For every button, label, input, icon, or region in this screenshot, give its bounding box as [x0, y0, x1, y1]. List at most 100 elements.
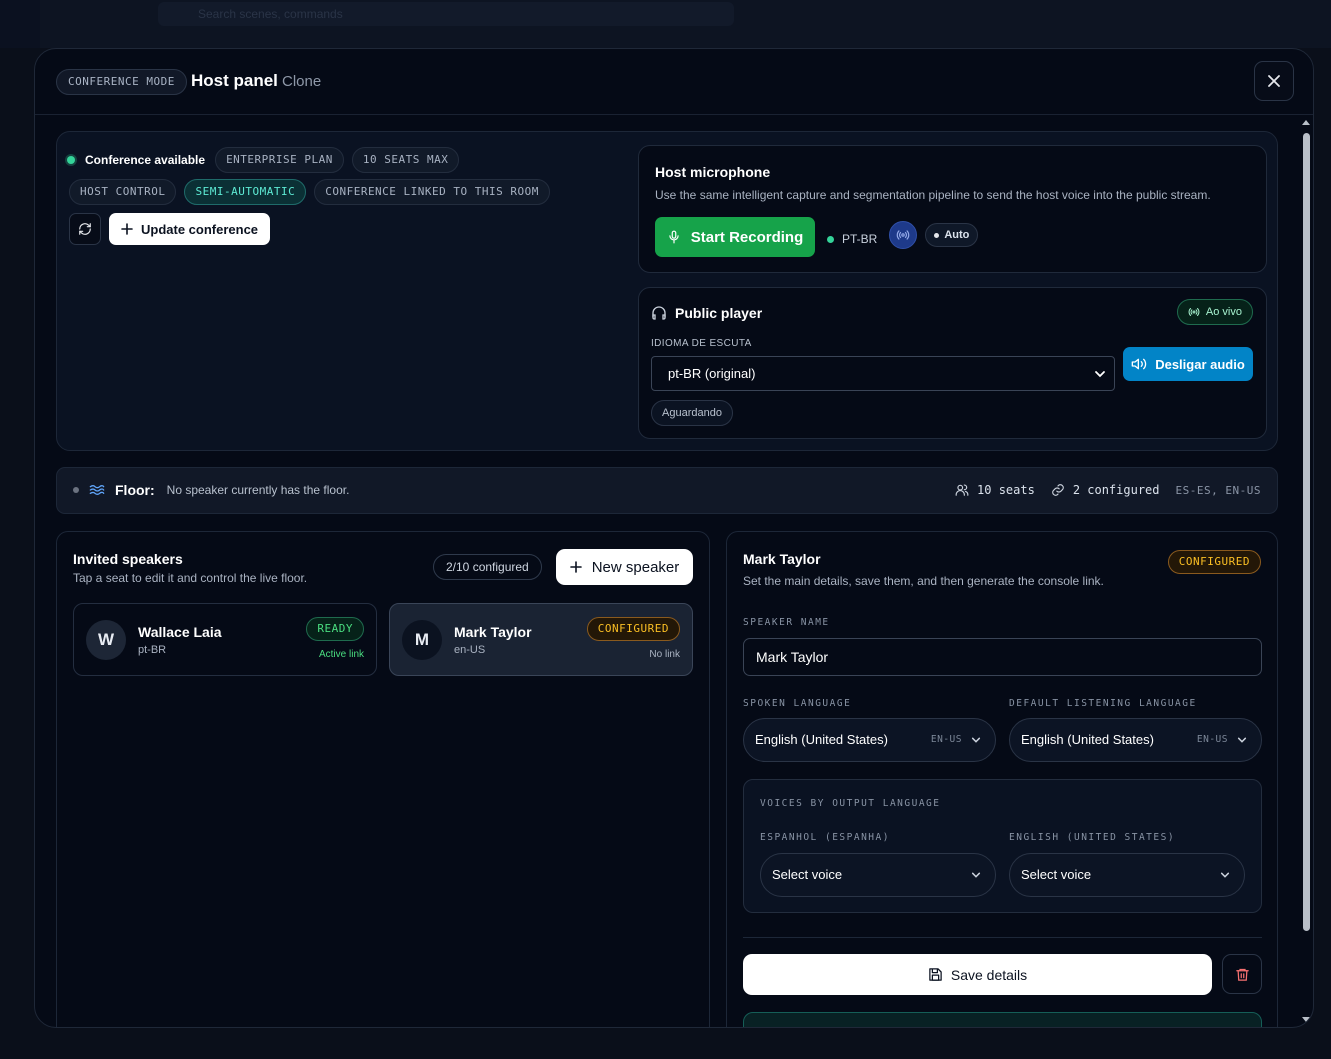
listening-language-value: English (United States) — [1021, 732, 1154, 747]
speaker-name: Wallace Laia — [138, 624, 222, 640]
chevron-down-icon — [1095, 371, 1105, 378]
floor-label: Floor: — [115, 482, 155, 498]
modal-subtitle: Clone — [282, 73, 322, 90]
status-badge: READY — [306, 617, 364, 641]
details-title: Mark Taylor — [743, 551, 821, 567]
listening-language-code: EN-US — [1196, 734, 1228, 745]
mic-language-code: PT-BR — [842, 232, 878, 246]
speakers-title: Invited speakers — [73, 551, 183, 567]
semi-automatic-tag: SEMI-AUTOMATIC — [184, 179, 307, 205]
listening-language-label: IDIOMA DE ESCUTA — [651, 338, 752, 349]
details-description: Set the main details, save them, and the… — [743, 574, 1104, 588]
live-badge: Ao vivo — [1176, 299, 1253, 325]
update-conference-label: Update conference — [141, 221, 259, 237]
link-icon — [1052, 484, 1064, 496]
voices-label: VOICES BY OUTPUT LANGUAGE — [760, 798, 941, 809]
voice-es-select[interactable]: Select voice — [760, 853, 996, 897]
close-button[interactable] — [1254, 61, 1294, 101]
new-speaker-label: New speaker — [591, 558, 680, 576]
audio-off-button[interactable]: Desligar audio — [1123, 347, 1253, 381]
host-panel-modal: CONFERENCE MODE Host panel Clone Confere… — [34, 48, 1314, 1028]
voice-en-value: Select voice — [1021, 867, 1092, 882]
speaker-name: Mark Taylor — [454, 624, 532, 640]
speaker-name-input[interactable]: Mark Taylor — [743, 638, 1262, 676]
divider — [743, 937, 1262, 938]
background-app-bar: Search scenes, commands — [0, 0, 1331, 48]
microphone-icon — [669, 230, 679, 244]
scrollbar-thumb[interactable] — [1303, 133, 1310, 931]
modal-body: Conference available ENTERPRISE PLAN 10 … — [35, 115, 1297, 1027]
configured-count: 2/10 configured — [433, 554, 542, 580]
broadcast-icon — [1188, 308, 1200, 316]
mic-status-dot — [827, 235, 834, 243]
auto-label: Auto — [944, 229, 970, 241]
start-recording-button[interactable]: Start Recording — [655, 217, 815, 257]
save-icon — [929, 968, 942, 981]
modal-title: Host panel — [191, 71, 278, 90]
delete-speaker-button[interactable] — [1222, 954, 1262, 994]
speakers-description: Tap a seat to edit it and control the li… — [73, 571, 308, 585]
save-details-button[interactable]: Save details — [743, 954, 1212, 995]
listening-language-select[interactable]: pt-BR (original) — [651, 356, 1115, 391]
floor-bar: Floor: No speaker currently has the floo… — [56, 467, 1278, 514]
background-logo — [0, 0, 40, 48]
voice-es-label: ESPANHOL (ESPANHA) — [760, 832, 890, 843]
plan-tag: ENTERPRISE PLAN — [215, 147, 344, 173]
broadcast-toggle[interactable] — [889, 221, 918, 249]
scroll-down-arrow[interactable] — [1302, 1017, 1310, 1022]
console-link-card — [743, 1012, 1262, 1027]
mic-title: Host microphone — [655, 164, 771, 180]
modal-scrollbar[interactable] — [1299, 115, 1313, 1027]
floor-status: Floor: No speaker currently has the floo… — [73, 482, 349, 498]
live-label: Ao vivo — [1205, 306, 1242, 318]
floor-text: No speaker currently has the floor. — [166, 483, 350, 497]
voice-es-value: Select voice — [772, 867, 843, 882]
floor-dot — [73, 487, 79, 493]
floor-languages: ES-ES, EN-US — [1175, 483, 1261, 497]
link-status: Active link — [318, 649, 364, 660]
host-microphone-card: Host microphone Use the same intelligent… — [638, 145, 1267, 273]
spoken-language-select[interactable]: English (United States) EN-US — [743, 718, 996, 762]
waves-icon — [89, 485, 105, 495]
broadcast-icon — [897, 230, 910, 240]
conference-tags: HOST CONTROL SEMI-AUTOMATIC CONFERENCE L… — [69, 179, 550, 205]
trash-icon — [1235, 968, 1249, 981]
invited-speakers-panel: Invited speakers Tap a seat to edit it a… — [56, 531, 710, 1027]
close-icon — [1268, 75, 1280, 87]
headphones-icon — [652, 306, 666, 320]
avatar: W — [86, 620, 126, 660]
spoken-language-label: SPOKEN LANGUAGE — [743, 698, 852, 709]
users-icon — [955, 484, 969, 496]
modal-header: CONFERENCE MODE Host panel Clone — [35, 49, 1313, 115]
mic-description: Use the same intelligent capture and seg… — [655, 188, 1211, 202]
speaker-language: en-US — [454, 644, 486, 656]
chevron-down-icon — [971, 872, 981, 878]
listening-language-label: DEFAULT LISTENING LANGUAGE — [1009, 698, 1197, 709]
waiting-badge: Aguardando — [651, 400, 733, 426]
start-recording-label: Start Recording — [690, 228, 804, 246]
linked-room-tag: CONFERENCE LINKED TO THIS ROOM — [314, 179, 550, 205]
voice-en-select[interactable]: Select voice — [1009, 853, 1245, 897]
scroll-up-arrow[interactable] — [1302, 120, 1310, 125]
public-player-card: Public player Ao vivo IDIOMA DE ESCUTA p… — [638, 287, 1267, 439]
speaker-name-label: SPEAKER NAME — [743, 617, 830, 628]
chevron-down-icon — [971, 737, 981, 743]
new-speaker-button[interactable]: New speaker — [556, 549, 693, 585]
speaker-seat[interactable]: W Wallace Laia pt-BR READY Active link — [73, 603, 377, 676]
host-control-tag: HOST CONTROL — [69, 179, 177, 205]
listening-language-select[interactable]: English (United States) EN-US — [1009, 718, 1262, 762]
save-details-label: Save details — [950, 966, 1028, 983]
refresh-button[interactable] — [69, 213, 101, 245]
background-search-placeholder: Search scenes, commands — [198, 7, 343, 21]
background-search: Search scenes, commands — [158, 2, 734, 26]
audio-off-label: Desligar audio — [1155, 356, 1245, 372]
floor-seats: 10 seats — [977, 483, 1035, 497]
voice-en-label: ENGLISH (UNITED STATES) — [1009, 832, 1176, 843]
speaker-language: pt-BR — [138, 644, 167, 656]
auto-mode-badge[interactable]: Auto — [925, 223, 979, 247]
listening-language-value: pt-BR (original) — [668, 366, 756, 381]
chevron-down-icon — [1237, 737, 1247, 743]
conference-card: Conference available ENTERPRISE PLAN 10 … — [56, 131, 1278, 451]
update-conference-button[interactable]: Update conference — [109, 213, 271, 245]
speaker-seat-selected[interactable]: M Mark Taylor en-US CONFIGURED No link — [389, 603, 693, 676]
